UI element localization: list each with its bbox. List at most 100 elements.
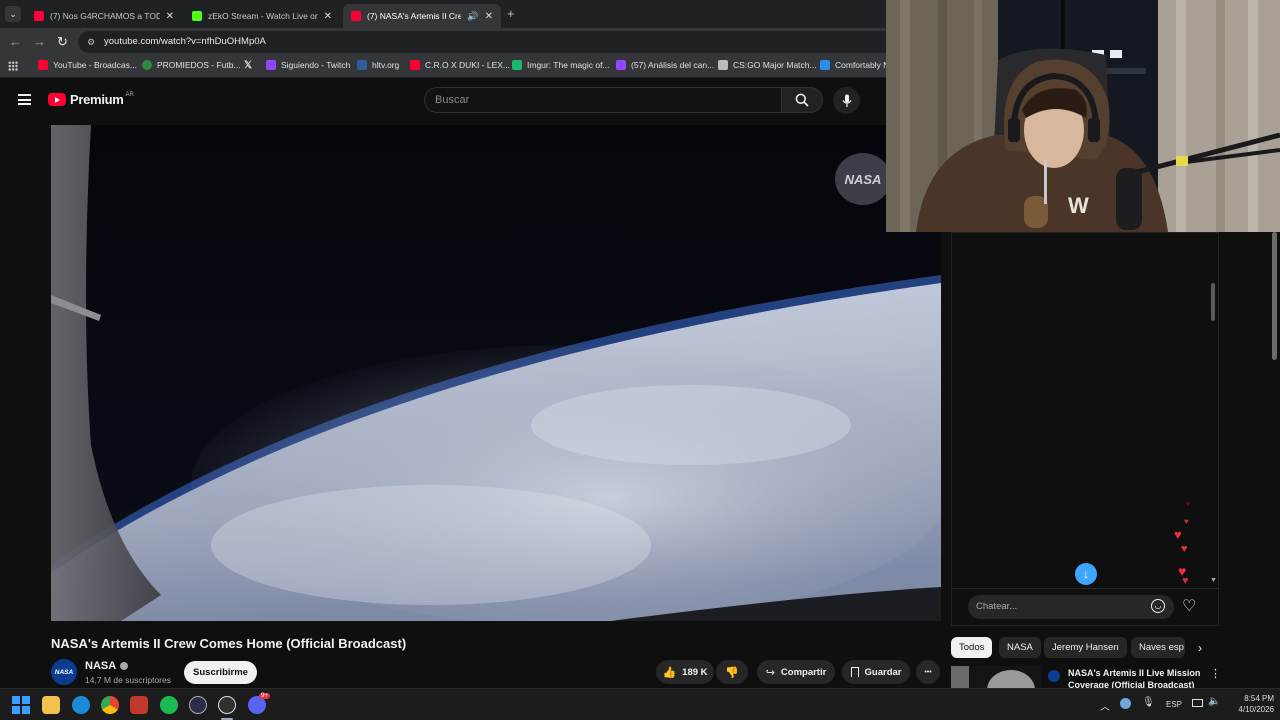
app-icon[interactable] [130, 696, 148, 714]
obs-icon[interactable] [189, 696, 207, 714]
browser-tab[interactable]: zEkO Stream - Watch Live on Kick ✕ [184, 4, 340, 28]
file-explorer-icon[interactable] [42, 696, 60, 714]
close-icon[interactable]: ✕ [485, 11, 493, 22]
bookmark-item[interactable]: hltv.org [357, 60, 399, 70]
search-button[interactable] [781, 87, 823, 113]
bookmark-icon [850, 667, 859, 677]
microphone-icon [842, 94, 851, 107]
microphone-tray-icon[interactable]: 🎙 [1142, 697, 1155, 708]
hamburger-menu-icon[interactable] [18, 94, 31, 105]
monitor-icon[interactable] [1192, 699, 1203, 707]
subscriber-count: 14,7 M de suscriptores [85, 675, 171, 685]
spotify-icon[interactable] [160, 696, 178, 714]
twitch-icon [266, 60, 276, 70]
like-count: 189 K [682, 666, 708, 678]
bookmark-item[interactable]: (57) Análisis del can... [616, 60, 714, 70]
url-field[interactable]: ⚙ youtube.com/watch?v=nfhDuOHMp0A [78, 31, 898, 53]
channel-avatar[interactable]: NASA [51, 659, 77, 685]
bookmark-blue-icon [820, 60, 830, 70]
voice-search-button[interactable] [833, 87, 860, 114]
share-button[interactable]: ↪ Compartir [757, 660, 835, 684]
folder-icon [718, 60, 728, 70]
streamer-webcam-feed: W [886, 0, 1280, 232]
close-icon[interactable]: ✕ [324, 11, 332, 22]
more-actions-button[interactable]: ••• [916, 660, 940, 684]
tab-title: zEkO Stream - Watch Live on Kick [208, 11, 318, 21]
chevron-right-icon[interactable]: › [1198, 641, 1202, 655]
steam-icon[interactable] [1120, 698, 1131, 709]
save-button[interactable]: Guardar [842, 660, 910, 684]
chat-input[interactable]: Chatear... [968, 595, 1174, 619]
clock[interactable]: 8:54 PM 4/10/2026 [1226, 693, 1274, 715]
bookmark-item[interactable]: Siguiendo - Twitch [266, 60, 350, 70]
app-active-icon[interactable] [218, 696, 236, 714]
channel-name[interactable]: NASA [85, 660, 129, 672]
back-arrow-icon[interactable]: ← [9, 34, 22, 50]
reload-icon[interactable]: ↻ [57, 34, 68, 50]
scroll-to-bottom-button[interactable]: ↓ [1075, 563, 1097, 585]
heart-icon: ♥ [1181, 543, 1188, 555]
scroll-down-caret-icon[interactable]: ▼ [1210, 577, 1217, 584]
x-logo-icon: 𝕏 [244, 60, 253, 71]
tab-search-button[interactable]: ⌄ [5, 6, 21, 22]
youtube-favicon-icon [34, 11, 44, 21]
bookmark-item[interactable]: YouTube - Broadcas... [38, 60, 137, 70]
webcam-overlay: W [886, 0, 1280, 232]
more-vertical-icon[interactable]: ⋮ [1210, 667, 1221, 680]
close-icon[interactable]: ✕ [166, 11, 174, 22]
nasa-watermark: NASA [835, 153, 891, 205]
bookmark-item[interactable]: Comfortably N [820, 60, 889, 70]
hltv-icon [357, 60, 367, 70]
logo-region: AR [125, 91, 134, 98]
promiedos-icon [142, 60, 152, 70]
live-chat-panel: ↓ ▼ ♥ ♥ ♥ ♥ ♥ ♥ [951, 232, 1219, 626]
share-arrow-icon: ↪ [765, 666, 775, 679]
imgur-icon [512, 60, 522, 70]
site-info-icon[interactable]: ⚙ [87, 31, 95, 53]
bookmark-item[interactable]: PROMIEDOS - Futb... [142, 60, 241, 70]
new-tab-button[interactable]: + [507, 6, 515, 21]
recommended-thumbnail[interactable] [951, 666, 1041, 688]
apps-grid-icon[interactable] [8, 61, 18, 71]
browser-tab-active[interactable]: (7) NASA's Artemis II Crew Comes Home 🔊 … [343, 4, 501, 28]
chrome-icon[interactable] [101, 696, 119, 714]
heart-icon: ♥ [1184, 517, 1189, 526]
twitch-icon [616, 60, 626, 70]
url-text: youtube.com/watch?v=nfhDuOHMp0A [104, 36, 266, 47]
bookmark-item[interactable]: C.R.O X DUKI - LEX... [410, 60, 510, 70]
chat-divider [952, 588, 1218, 589]
bookmark-item[interactable]: CS:GO Major Match... [718, 60, 817, 70]
earth-from-space-frame [51, 125, 941, 621]
windows-start-icon[interactable] [12, 696, 30, 714]
recommended-channel-avatar[interactable] [1048, 670, 1060, 682]
verified-icon [120, 662, 129, 670]
watermark-text: NASA [844, 171, 882, 187]
bookmark-item[interactable]: 𝕏 [244, 60, 252, 71]
chip-naves-espaciales[interactable]: Naves esp [1131, 637, 1185, 658]
browser-tab[interactable]: (7) Nos G4RCHAMOS a TODOS ✕ [26, 4, 182, 28]
emoji-icon[interactable]: ◡ [1151, 599, 1165, 613]
chat-scrollbar[interactable] [1211, 283, 1215, 321]
like-button[interactable]: 👍 189 K [656, 660, 714, 684]
chip-todos[interactable]: Todos [951, 637, 993, 658]
clock-time: 8:54 PM [1244, 694, 1274, 703]
edge-icon[interactable] [72, 696, 90, 714]
tab-title: (7) NASA's Artemis II Crew Comes Home [367, 11, 462, 21]
bookmark-item[interactable]: Imgur: The magic of... [512, 60, 610, 70]
chip-jeremy-hansen[interactable]: Jeremy Hansen [1044, 637, 1127, 658]
subscribe-button[interactable]: Suscribirme [184, 661, 257, 684]
video-player[interactable]: NASA [51, 125, 941, 621]
chip-nasa[interactable]: NASA [999, 637, 1041, 658]
heart-react-icon[interactable]: ♡ [1182, 596, 1196, 616]
chevron-up-icon[interactable]: ︿ [1100, 698, 1110, 713]
youtube-logo[interactable]: Premium AR [48, 92, 134, 107]
search-input[interactable]: Buscar [424, 87, 782, 113]
youtube-icon [410, 60, 420, 70]
volume-icon[interactable]: 🔈 [1208, 696, 1220, 707]
speaker-icon[interactable]: 🔊 [467, 11, 478, 22]
clock-date: 4/10/2026 [1238, 705, 1274, 714]
page-scrollbar[interactable] [1272, 232, 1277, 360]
dislike-button[interactable]: 👎 [716, 660, 748, 684]
language-indicator[interactable]: ESP [1166, 700, 1182, 709]
forward-arrow-icon[interactable]: → [33, 34, 46, 50]
